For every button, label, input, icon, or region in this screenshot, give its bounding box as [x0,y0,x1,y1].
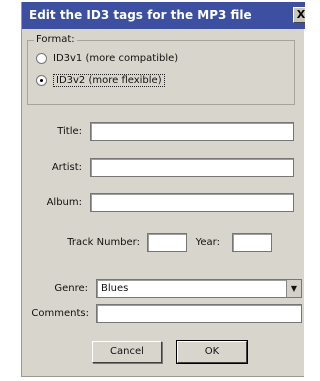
dialog-title: Edit the ID3 tags for the MP3 file [29,8,252,22]
title-input[interactable] [90,122,294,141]
ok-button[interactable]: OK [176,340,248,364]
track-number-label: Track Number: [67,237,140,248]
year-input[interactable] [232,233,272,252]
radio-id3v1[interactable]: ID3v1 (more compatible) [36,53,178,64]
genre-selected-value: Blues [101,283,129,294]
id3-dialog: Edit the ID3 tags for the MP3 file X For… [21,2,305,377]
comments-label: Comments: [31,308,89,319]
genre-select[interactable]: Blues ▼ [96,279,302,298]
radio-id3v1-label: ID3v1 (more compatible) [53,53,179,64]
dialog-titlebar[interactable]: Edit the ID3 tags for the MP3 file X [22,2,305,29]
format-legend: Format: [34,34,77,45]
genre-label: Genre: [54,283,88,294]
artist-label: Artist: [51,162,82,173]
album-input[interactable] [90,193,294,212]
track-number-input[interactable] [147,233,187,252]
radio-button-id3v1[interactable] [36,53,47,64]
chevron-down-icon[interactable]: ▼ [286,280,301,297]
year-label: Year: [195,237,220,248]
radio-button-id3v2[interactable] [36,75,47,86]
close-icon[interactable]: X [293,7,305,23]
comments-input[interactable] [96,304,302,323]
format-group: Format: ID3v1 (more compatible) ID3v2 (m… [27,34,295,105]
cancel-button[interactable]: Cancel [92,341,162,363]
radio-id3v2-label: ID3v2 (more flexible) [53,74,165,87]
title-label: Title: [57,126,82,137]
album-label: Album: [46,197,82,208]
artist-input[interactable] [90,158,294,177]
radio-id3v2[interactable]: ID3v2 (more flexible) [36,74,165,87]
